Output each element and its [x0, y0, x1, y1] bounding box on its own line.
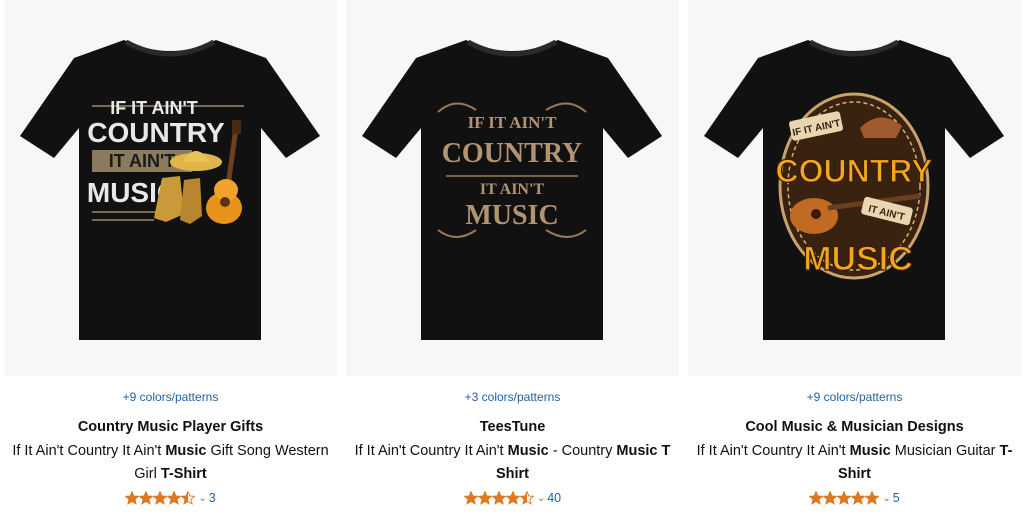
star-icon	[823, 491, 838, 505]
print-line-2: COUNTRY	[775, 153, 932, 189]
star-icon	[491, 491, 506, 505]
title-keyword: Music	[165, 443, 207, 459]
star-icon	[809, 491, 824, 505]
title-keyword: Music	[849, 443, 891, 459]
chevron-down-icon[interactable]: ⌄	[198, 493, 206, 504]
print-line-3: IT AIN'T	[109, 151, 176, 171]
title-text: Musician Guitar	[890, 443, 1000, 459]
title-keyword: Music	[507, 443, 549, 459]
title-keyword: T-Shirt	[160, 466, 207, 482]
product-brand: TeesTune	[479, 419, 546, 435]
star-icon	[505, 491, 520, 505]
print-line-1: IF IT AIN'T	[468, 113, 557, 132]
review-count-link[interactable]: 3	[209, 491, 216, 505]
tshirt-image: IF IT AIN'T COUNTRY IT AIN'T MUSIC	[20, 39, 320, 340]
product-card: IF IT AIN'T COUNTRY IT AIN'T MUSIC +9 co…	[4, 0, 337, 517]
rating-row: ⌄ 40	[346, 489, 679, 507]
rating-row: ⌄ 3	[4, 489, 337, 507]
color-options-link[interactable]: +9 colors/patterns	[4, 390, 337, 404]
title-text: If It Ain't Country It Ain't	[354, 443, 508, 459]
star-icon	[167, 491, 182, 505]
star-icon	[837, 491, 852, 505]
print-line-1: IF IT AIN'T	[110, 98, 198, 118]
star-icon	[477, 491, 492, 505]
star-icon	[463, 491, 478, 505]
star-icon	[139, 491, 154, 505]
rating-row: ⌄ 5	[688, 489, 1021, 507]
tshirt-image: IF IT AIN'T COUNTRY IT AIN'T MUSIC	[704, 39, 1004, 340]
product-card: IF IT AIN'T COUNTRY IT AIN'T MUSIC +9 co…	[688, 0, 1021, 517]
review-count-link[interactable]: 40	[547, 491, 561, 505]
star-icon	[125, 491, 140, 505]
star-icon	[851, 491, 866, 505]
title-text: If It Ain't Country It Ain't	[12, 443, 166, 459]
chevron-down-icon[interactable]: ⌄	[882, 493, 890, 504]
product-brand: Cool Music & Musician Designs	[745, 419, 964, 435]
star-icon	[519, 491, 534, 505]
print-line-4: MUSIC	[803, 240, 913, 278]
product-image[interactable]: IF IT AIN'T COUNTRY IT AIN'T MUSIC	[688, 0, 1021, 376]
product-title-link[interactable]: If It Ain't Country It Ain't Music Gift …	[12, 440, 329, 486]
star-icon	[181, 491, 196, 505]
product-title-link[interactable]: If It Ain't Country It Ain't Music Music…	[696, 440, 1013, 486]
product-title-link[interactable]: If It Ain't Country It Ain't Music - Cou…	[354, 440, 671, 486]
product-grid: IF IT AIN'T COUNTRY IT AIN'T MUSIC +9 co…	[0, 0, 1024, 517]
print-line-3: IT AIN'T	[480, 181, 545, 198]
color-options-link[interactable]: +9 colors/patterns	[688, 390, 1021, 404]
print-line-4: MUSIC	[465, 200, 558, 231]
star-icon	[153, 491, 168, 505]
product-image[interactable]: IF IT AIN'T COUNTRY IT AIN'T MUSIC	[346, 0, 679, 376]
print-line-2: COUNTRY	[87, 117, 225, 148]
tshirt-image: IF IT AIN'T COUNTRY IT AIN'T MUSIC	[362, 39, 662, 340]
product-image[interactable]: IF IT AIN'T COUNTRY IT AIN'T MUSIC	[4, 0, 337, 376]
star-rating[interactable]	[463, 491, 534, 505]
star-rating[interactable]	[809, 491, 880, 505]
product-card: IF IT AIN'T COUNTRY IT AIN'T MUSIC +3 co…	[346, 0, 679, 517]
color-options-link[interactable]: +3 colors/patterns	[346, 390, 679, 404]
title-text: - Country	[548, 443, 617, 459]
star-icon	[865, 491, 880, 505]
print-line-2: COUNTRY	[442, 138, 583, 169]
title-text: If It Ain't Country It Ain't	[696, 443, 850, 459]
chevron-down-icon[interactable]: ⌄	[537, 493, 545, 504]
star-rating[interactable]	[125, 491, 196, 505]
product-brand: Country Music Player Gifts	[77, 419, 264, 435]
review-count-link[interactable]: 5	[893, 491, 900, 505]
